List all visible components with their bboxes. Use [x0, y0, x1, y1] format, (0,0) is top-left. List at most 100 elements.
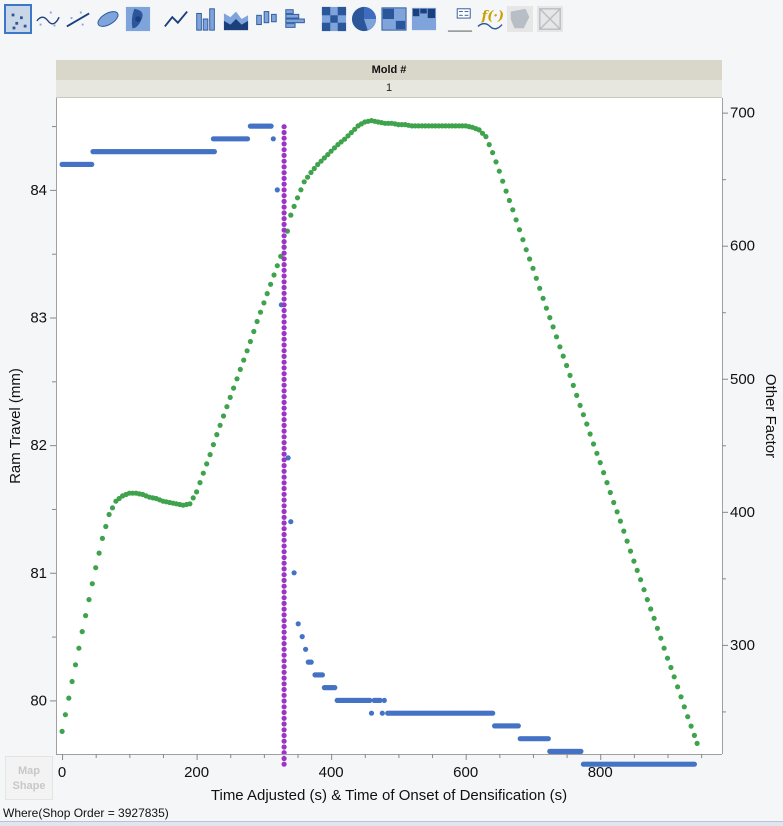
densification-onset-point[interactable]: [281, 646, 287, 652]
densification-onset-point[interactable]: [281, 537, 287, 543]
densification-onset-point[interactable]: [281, 204, 287, 210]
other-factor-point[interactable]: [294, 195, 301, 201]
densification-onset-point[interactable]: [281, 141, 287, 147]
other-factor-point[interactable]: [103, 523, 109, 530]
densification-onset-point[interactable]: [281, 284, 287, 291]
y2-axis-label[interactable]: Other Factor: [762, 374, 779, 458]
other-factor-point[interactable]: [271, 272, 277, 278]
densification-onset-point[interactable]: [281, 221, 287, 227]
densification-onset-point[interactable]: [281, 302, 287, 308]
densification-onset-point[interactable]: [281, 520, 287, 526]
densification-onset-point[interactable]: [281, 319, 287, 325]
other-factor-point[interactable]: [664, 655, 671, 661]
other-factor-point[interactable]: [516, 227, 523, 233]
other-factor-point[interactable]: [244, 348, 250, 354]
other-factor-point[interactable]: [197, 480, 203, 486]
densification-onset-point[interactable]: [281, 755, 287, 762]
ram-travel-point[interactable]: [308, 659, 314, 665]
ram-travel-point[interactable]: [274, 187, 280, 193]
densification-onset-point[interactable]: [281, 353, 287, 359]
other-factor-point[interactable]: [207, 452, 213, 458]
other-factor-point[interactable]: [675, 684, 681, 690]
densification-onset-point[interactable]: [281, 738, 287, 744]
other-factor-point[interactable]: [651, 615, 657, 621]
densification-onset-point[interactable]: [281, 491, 287, 497]
other-factor-point[interactable]: [567, 372, 573, 378]
ram-travel-point[interactable]: [332, 685, 338, 691]
other-factor-point[interactable]: [261, 300, 267, 306]
densification-onset-point[interactable]: [281, 606, 287, 612]
densification-onset-point[interactable]: [281, 394, 287, 400]
densification-onset-point[interactable]: [281, 152, 287, 158]
other-factor-point[interactable]: [523, 247, 529, 253]
other-factor-point[interactable]: [601, 470, 607, 476]
other-factor-point[interactable]: [288, 212, 294, 218]
densification-onset-point[interactable]: [281, 296, 287, 302]
densification-onset-point[interactable]: [281, 250, 287, 256]
other-factor-point[interactable]: [604, 480, 610, 486]
densification-onset-point[interactable]: [281, 198, 287, 204]
other-factor-point[interactable]: [648, 606, 654, 612]
other-factor-point[interactable]: [305, 174, 311, 180]
other-factor-point[interactable]: [621, 528, 627, 534]
other-factor-point[interactable]: [257, 309, 264, 315]
other-factor-point[interactable]: [634, 567, 640, 574]
other-factor-point[interactable]: [62, 712, 68, 718]
other-factor-point[interactable]: [268, 281, 274, 287]
other-factor-point[interactable]: [611, 499, 617, 506]
ram-travel-point[interactable]: [211, 149, 217, 155]
densification-onset-point[interactable]: [281, 290, 287, 296]
densification-onset-point[interactable]: [281, 451, 287, 457]
densification-onset-point[interactable]: [281, 244, 287, 250]
densification-onset-point[interactable]: [281, 692, 287, 698]
densification-onset-point[interactable]: [281, 474, 287, 480]
other-factor-point[interactable]: [99, 535, 105, 542]
densification-onset-point[interactable]: [281, 595, 287, 601]
densification-onset-point[interactable]: [281, 526, 287, 532]
other-factor-point[interactable]: [668, 664, 674, 671]
densification-onset-point[interactable]: [281, 365, 287, 371]
densification-onset-point[interactable]: [281, 273, 287, 279]
densification-onset-point[interactable]: [281, 554, 287, 561]
ram-travel-point[interactable]: [270, 136, 276, 142]
ram-travel-point[interactable]: [299, 634, 305, 640]
densification-onset-point[interactable]: [281, 158, 287, 164]
densification-onset-point[interactable]: [281, 658, 287, 664]
densification-onset-point[interactable]: [281, 463, 287, 469]
densification-onset-point[interactable]: [281, 612, 287, 618]
other-factor-point[interactable]: [224, 404, 230, 410]
densification-onset-point[interactable]: [281, 330, 287, 337]
densification-onset-point[interactable]: [281, 468, 287, 474]
ram-travel-point[interactable]: [319, 672, 325, 678]
densification-onset-point[interactable]: [281, 503, 287, 509]
other-factor-point[interactable]: [237, 366, 243, 372]
other-factor-point[interactable]: [227, 394, 233, 400]
ram-travel-point[interactable]: [691, 761, 698, 767]
other-factor-point[interactable]: [493, 159, 499, 165]
other-factor-point[interactable]: [301, 179, 307, 185]
other-factor-point[interactable]: [607, 489, 613, 496]
other-factor-point[interactable]: [187, 501, 193, 507]
ram-travel-point[interactable]: [291, 570, 297, 576]
other-factor-point[interactable]: [490, 150, 496, 156]
other-factor-point[interactable]: [617, 518, 624, 524]
other-factor-point[interactable]: [217, 422, 223, 428]
densification-onset-point[interactable]: [281, 744, 287, 750]
densification-onset-point[interactable]: [281, 681, 287, 687]
densification-onset-point[interactable]: [281, 549, 287, 555]
other-factor-point[interactable]: [298, 187, 304, 193]
other-factor-point[interactable]: [291, 203, 297, 209]
other-factor-point[interactable]: [486, 142, 492, 148]
densification-onset-point[interactable]: [281, 715, 287, 721]
densification-onset-point[interactable]: [281, 508, 287, 515]
densification-onset-point[interactable]: [281, 135, 287, 141]
densification-onset-point[interactable]: [281, 336, 287, 342]
densification-onset-point[interactable]: [281, 445, 287, 451]
plot-area[interactable]: [56, 98, 722, 754]
other-factor-point[interactable]: [76, 645, 82, 651]
densification-onset-point[interactable]: [281, 307, 287, 314]
densification-onset-point[interactable]: [281, 279, 287, 285]
other-factor-point[interactable]: [69, 678, 75, 685]
other-factor-point[interactable]: [254, 318, 260, 325]
other-factor-point[interactable]: [574, 392, 580, 398]
